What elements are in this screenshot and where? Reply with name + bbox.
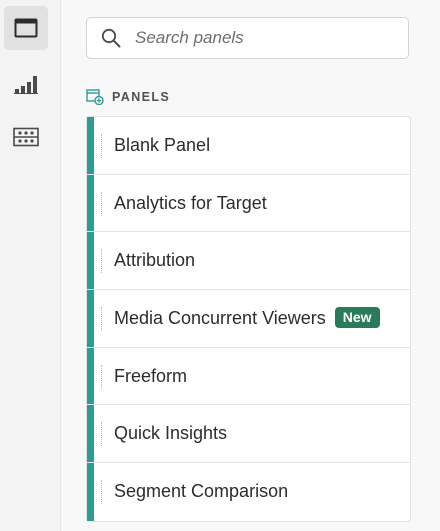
panel-accent-bar [87,347,94,405]
panel-add-icon [86,89,104,105]
panel-label: Quick Insights [114,423,228,444]
rail-visualizations-button[interactable] [4,62,48,106]
panel-item-blank-panel[interactable]: Blank Panel [87,117,410,175]
section-title: PANELS [112,90,171,104]
panel-list: Blank Panel Analytics for Target Attribu… [86,116,411,522]
app: PANELS Blank Panel Analytics for Target … [0,0,440,531]
panel-item-freeform[interactable]: Freeform [87,347,410,406]
panel-label: Segment Comparison [114,481,289,502]
bar-chart-icon [14,76,38,94]
drag-handle-icon[interactable] [101,480,102,505]
new-badge: New [334,307,380,329]
panel-label: Analytics for Target [114,192,267,213]
panel-label: Media Concurrent Viewers [114,308,326,329]
components-icon [13,127,39,147]
panel-item-analytics-for-target[interactable]: Analytics for Target [87,174,410,233]
rail-components-button[interactable] [4,115,48,159]
drag-handle-icon[interactable] [101,422,102,447]
panel-accent-bar [87,232,94,290]
search-box[interactable] [86,17,409,59]
drag-handle-icon[interactable] [101,307,102,332]
panel-label: Freeform [114,365,188,386]
panel-accent-bar [87,174,94,232]
panel-item-attribution[interactable]: Attribution [87,232,410,291]
search-input[interactable] [135,28,385,48]
panel-window-icon [14,18,38,38]
left-rail [0,0,61,531]
panel-label-with-badge: Media Concurrent Viewers New [114,307,380,329]
panels-drawer: PANELS Blank Panel Analytics for Target … [61,0,440,531]
panel-label: Attribution [114,250,196,271]
panel-item-media-concurrent-viewers[interactable]: Media Concurrent Viewers New [87,290,410,348]
rail-panels-button[interactable] [4,6,48,50]
panel-item-quick-insights[interactable]: Quick Insights [87,405,410,464]
panel-accent-bar [87,463,94,521]
drag-handle-icon[interactable] [101,364,102,389]
drag-handle-icon[interactable] [101,134,102,158]
drag-handle-icon[interactable] [101,249,102,274]
panel-accent-bar [87,405,94,463]
panel-accent-bar [87,290,94,347]
search-icon [87,18,135,58]
drag-handle-icon[interactable] [101,191,102,216]
panel-accent-bar [87,117,94,174]
panel-label: Blank Panel [114,134,211,155]
panel-item-segment-comparison[interactable]: Segment Comparison [87,463,410,521]
panels-section-header: PANELS [86,87,170,107]
